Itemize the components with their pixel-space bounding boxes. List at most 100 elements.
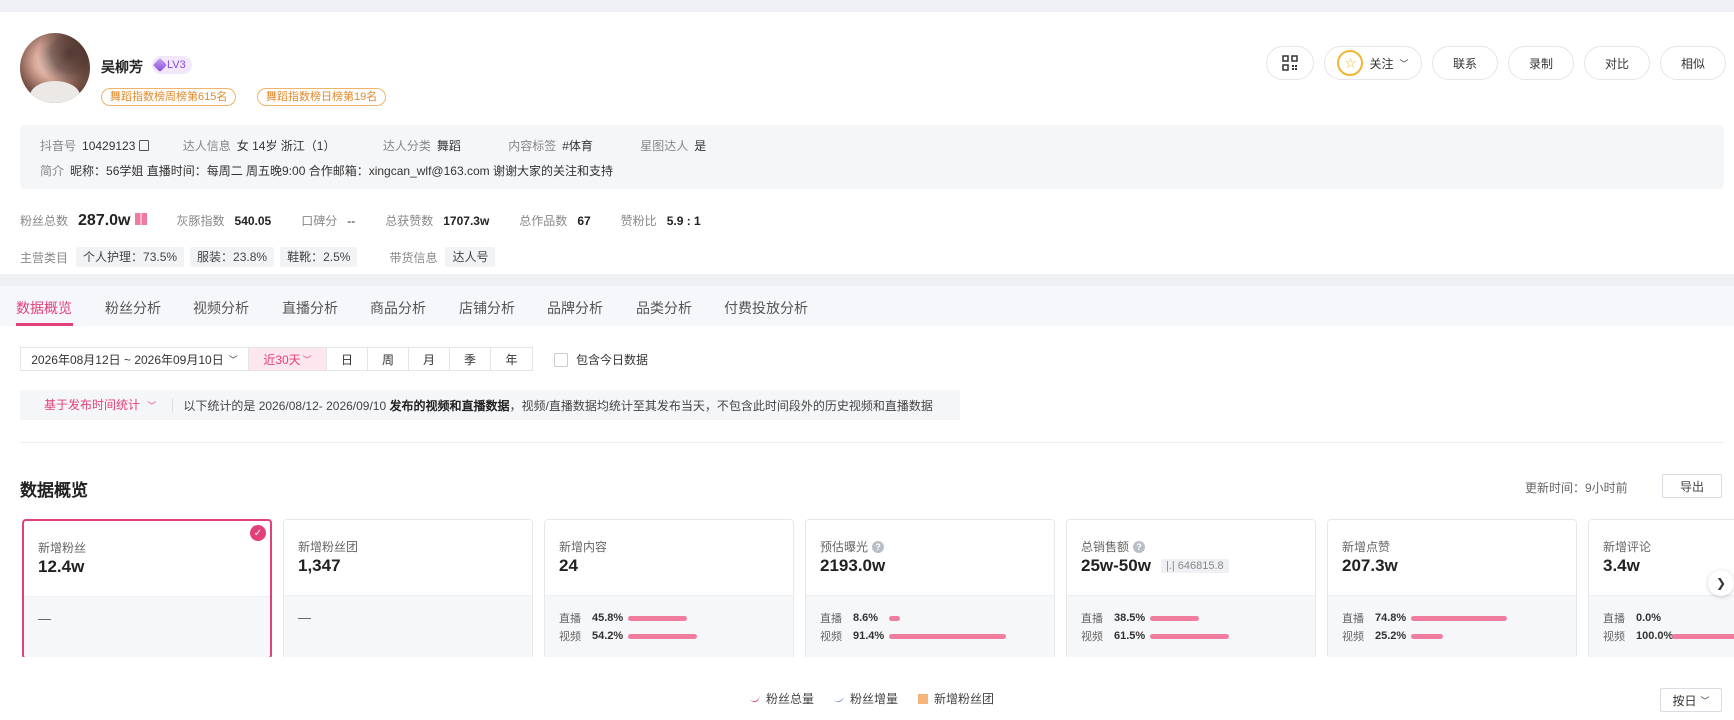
works-value: 67 — [577, 214, 591, 228]
tab-ads[interactable]: 付费投放分析 — [724, 298, 808, 318]
compare-button[interactable]: 对比 — [1584, 46, 1650, 80]
live-label: 直播 — [820, 613, 842, 625]
level-label: LV3 — [167, 59, 186, 71]
rank-badge-daily[interactable]: 舞蹈指数榜日榜第19名 — [257, 88, 387, 106]
qrcode-button[interactable] — [1266, 46, 1314, 80]
recent-30-days[interactable]: 近30天 ﹀ — [249, 348, 327, 370]
qrcode-icon — [1282, 55, 1298, 71]
period-month[interactable]: 月 — [409, 348, 450, 370]
gem-icon — [152, 57, 168, 73]
video-pct: 91.4% — [853, 630, 885, 642]
video-pct: 54.2% — [592, 630, 624, 642]
legend-label: 粉丝总量 — [766, 692, 815, 706]
live-label: 直播 — [559, 613, 581, 625]
index-value: 540.05 — [234, 214, 272, 228]
profile-name: 吴柳芳 — [101, 59, 143, 75]
video-pct: 25.2% — [1375, 630, 1407, 642]
card-bottom: 直播 38.5% 视频 61.5% — [1067, 595, 1315, 657]
likes-label: 总获赞数 — [385, 214, 434, 228]
card-value: 207.3w — [1342, 556, 1398, 576]
tab-goods[interactable]: 商品分析 — [370, 298, 426, 318]
card-value-text: 25w-50w — [1081, 556, 1151, 575]
follow-button[interactable]: ☆ 关注 ﹀ — [1324, 46, 1422, 80]
video-label: 视频 — [1342, 631, 1364, 643]
card-dash: — — [38, 611, 51, 626]
likes-value: 1707.3w — [443, 214, 490, 228]
legend-fans-growth[interactable]: 粉丝增量 — [833, 690, 899, 707]
metric-cards: ✓ 新增粉丝 12.4w — 新增粉丝团 1,347 — 新增内容 24 直播 45.… — [22, 519, 1734, 657]
tab-fans[interactable]: 粉丝分析 — [105, 298, 161, 318]
notice-prefix: 以下统计的是 2026/08/12- 2026/09/10 — [183, 398, 390, 413]
star-talent-label: 星图达人 — [640, 139, 689, 153]
live-bar — [628, 615, 687, 621]
metric-card-new-content[interactable]: 新增内容 24 直播 45.8% 视频 54.2% — [544, 519, 794, 657]
tab-shop[interactable]: 店铺分析 — [459, 298, 515, 318]
live-pct: 0.0% — [1636, 612, 1662, 624]
tag-value: #体育 — [562, 139, 593, 153]
export-button[interactable]: 导出 — [1662, 474, 1722, 498]
notice-suffix: ，视频/直播数据均统计至其发布当天，不包含此时间段外的历史视频和直播数据 — [509, 398, 933, 413]
action-buttons: ☆ 关注 ﹀ 联系 录制 对比 相似 — [1266, 46, 1726, 80]
checkbox-box[interactable] — [554, 352, 568, 367]
live-pct: 38.5% — [1114, 612, 1146, 624]
card-title: 预估曝光? — [820, 538, 885, 555]
metric-card-new-likes[interactable]: 新增点赞 207.3w 直播 74.8% 视频 25.2% — [1327, 519, 1577, 657]
similar-button[interactable]: 相似 — [1660, 46, 1726, 80]
legend-label: 新增粉丝团 — [934, 692, 995, 706]
goods-chip: 达人号 — [445, 247, 496, 267]
recent-label: 近30天 — [263, 352, 301, 367]
period-day[interactable]: 日 — [327, 348, 368, 370]
metric-card-exposure[interactable]: 预估曝光? 2193.0w 直播 8.6% 视频 91.4% — [805, 519, 1055, 657]
tab-live[interactable]: 直播分析 — [282, 298, 338, 318]
ratio-label: 赞粉比 — [620, 214, 657, 228]
tab-overview[interactable]: 数据概览 — [16, 298, 72, 318]
card-value: 24 — [559, 556, 578, 576]
granularity-select[interactable]: 按日 ﹀ — [1660, 688, 1722, 712]
period-year[interactable]: 年 — [491, 348, 532, 370]
rank-badge-weekly[interactable]: 舞蹈指数榜周榜第615名 — [101, 88, 237, 106]
live-bar — [1411, 615, 1507, 621]
tag-label: 内容标签 — [508, 139, 557, 153]
period-quarter[interactable]: 季 — [450, 348, 491, 370]
help-icon[interactable]: ? — [872, 540, 885, 553]
card-bottom: 直播 8.6% 视频 91.4% — [806, 595, 1054, 657]
metric-card-new-fans[interactable]: ✓ 新增粉丝 12.4w — — [22, 519, 272, 657]
video-bar — [1672, 633, 1734, 639]
card-title: 新增粉丝 — [38, 541, 87, 555]
live-row: 直播 0.0% — [1603, 610, 1672, 626]
sales-exact-value: 646815.8 — [1177, 560, 1224, 572]
card-value: 1,347 — [298, 556, 341, 575]
tab-category[interactable]: 品类分析 — [636, 298, 692, 318]
video-pct: 61.5% — [1114, 630, 1146, 642]
goods-label: 带货信息 — [389, 250, 438, 265]
category-value: 舞蹈 — [436, 139, 461, 153]
notice-text: 以下统计的是 2026/08/12- 2026/09/10 发布的视频和直播数据… — [173, 397, 932, 414]
copy-icon[interactable] — [139, 140, 150, 151]
date-range-picker[interactable]: 2026年08月12日 ~ 2026年09月10日 ﹀ — [21, 348, 249, 370]
tab-video[interactable]: 视频分析 — [193, 298, 249, 318]
live-bar — [889, 615, 900, 621]
legend-label: 粉丝增量 — [850, 692, 899, 706]
metric-card-sales[interactable]: 总销售额? 25w-50w |.| 646815.8 直播 38.5% 视频 61.5% — [1066, 519, 1316, 657]
chevron-right-icon[interactable]: ❯ — [1708, 570, 1734, 596]
info-row-bio: 简介 昵称：56学姐 直播时间：每周二 周五晚9:00 合作邮箱：xingcan_… — [40, 162, 657, 179]
live-label: 直播 — [1342, 613, 1364, 625]
chart-icon[interactable] — [134, 213, 147, 225]
help-icon[interactable]: ? — [1133, 540, 1146, 553]
legend-fans-total[interactable]: 粉丝总量 — [749, 690, 815, 707]
avatar[interactable] — [20, 33, 90, 103]
metric-card-new-fan-club[interactable]: 新增粉丝团 1,347 — — [283, 519, 533, 657]
include-today-checkbox[interactable]: 包含今日数据 — [554, 351, 648, 368]
card-value: 25w-50w |.| 646815.8 — [1081, 556, 1229, 576]
tab-brand[interactable]: 品牌分析 — [547, 298, 603, 318]
basis-dropdown[interactable]: 基于发布时间统计 ﹀ — [20, 398, 174, 412]
period-week[interactable]: 周 — [368, 348, 409, 370]
ratio-value: 5.9 : 1 — [666, 214, 701, 228]
record-button[interactable]: 录制 — [1508, 46, 1574, 80]
legend-fan-club[interactable]: 新增粉丝团 — [918, 690, 994, 707]
card-value-text: 2193.0w — [820, 556, 886, 575]
contact-button[interactable]: 联系 — [1432, 46, 1498, 80]
category-row: 主营类目 个人护理：73.5% 服装：23.8% 鞋靴：2.5% 带货信息 达人… — [20, 247, 496, 267]
line-icon — [833, 693, 845, 704]
live-row: 直播 8.6% — [820, 610, 900, 626]
